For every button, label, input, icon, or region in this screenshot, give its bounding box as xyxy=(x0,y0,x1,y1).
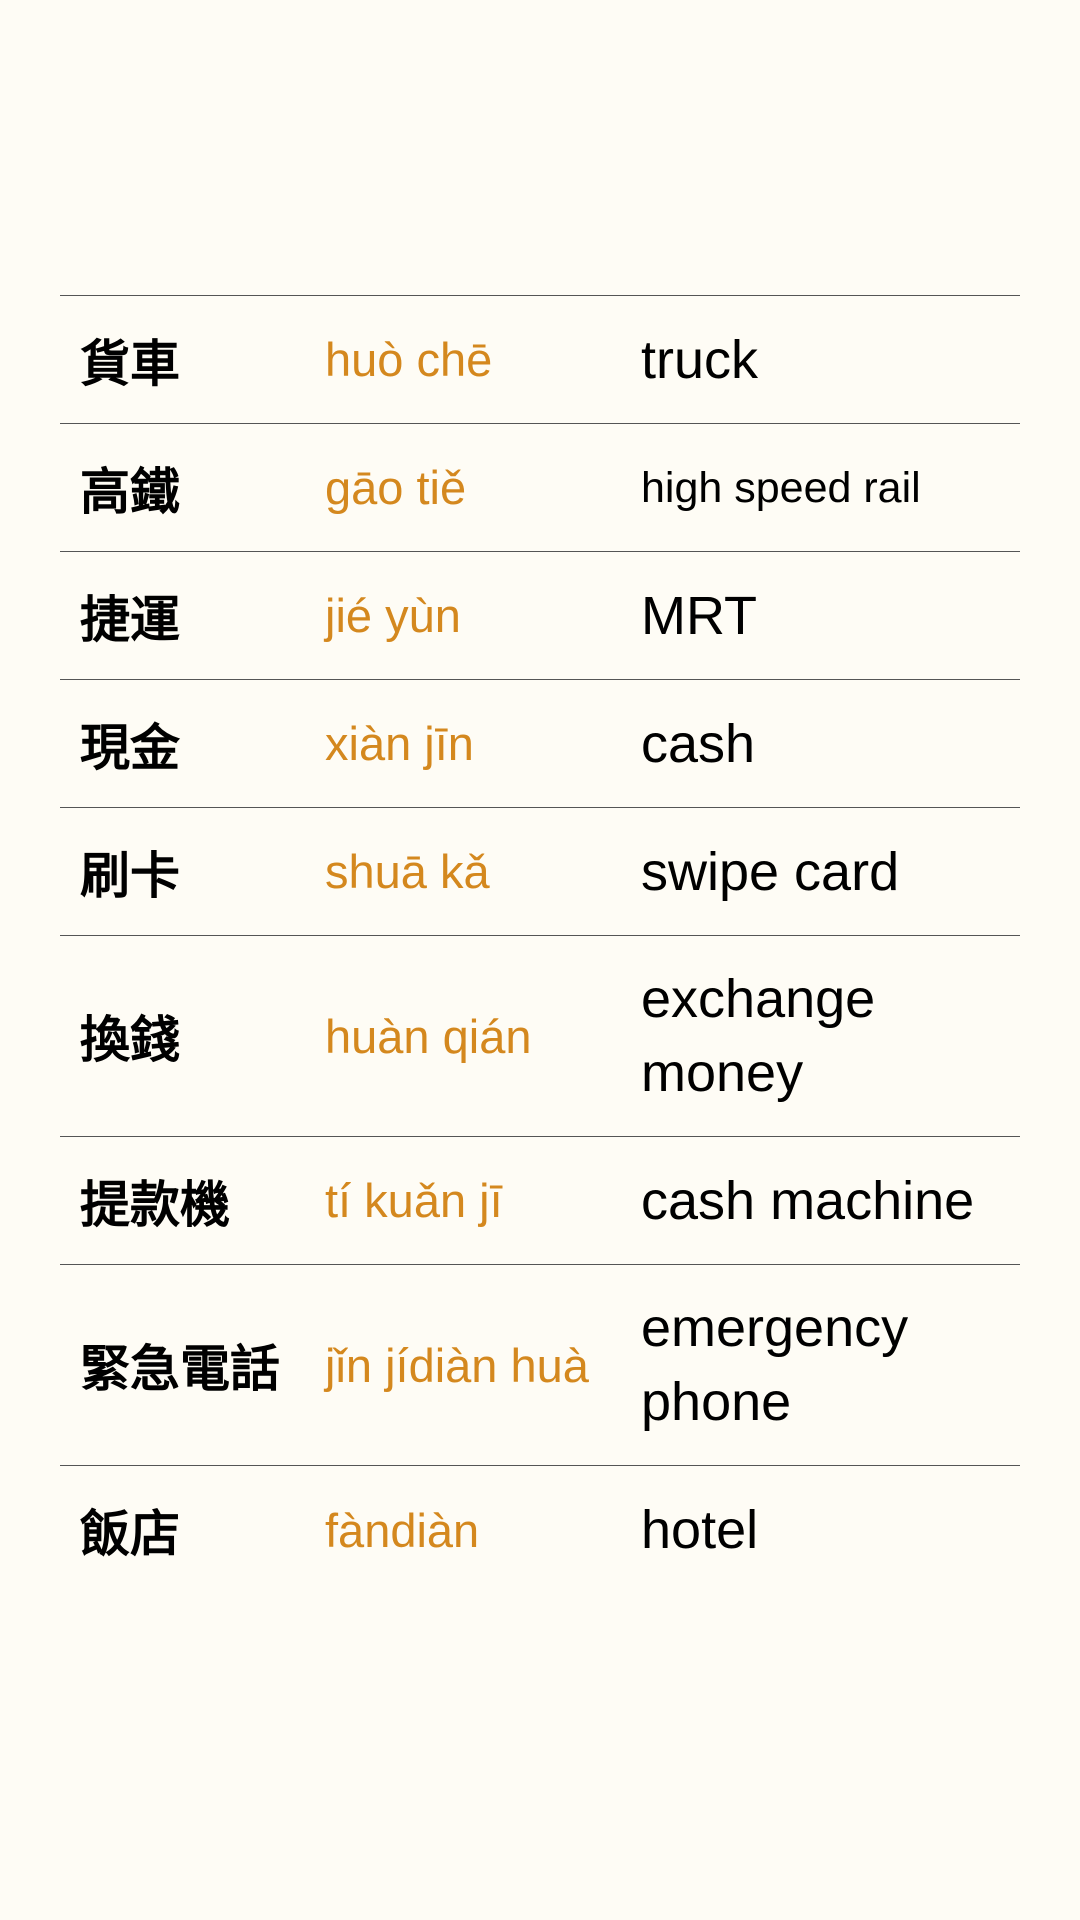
english-text: hotel xyxy=(641,1500,759,1560)
pinyin-text: fàndiàn xyxy=(325,1503,480,1557)
english-text: cash xyxy=(641,713,756,774)
english-text: emergency phone xyxy=(641,1298,909,1432)
english-text: MRT xyxy=(641,585,757,646)
vocab-row-high-speed-rail: 高鐵 gāo tiě high speed rail xyxy=(60,424,1020,552)
pinyin-text: huàn qián xyxy=(325,1009,532,1063)
hanzi-text: 緊急電話 xyxy=(80,1340,280,1398)
hanzi-text: 飯店 xyxy=(80,1505,180,1563)
pinyin-text: xiàn jīn xyxy=(325,717,474,770)
hanzi-text: 換錢 xyxy=(80,1011,180,1069)
pinyin-text: gāo tiě xyxy=(325,461,467,514)
vocab-row-truck: 貨車 huò chē truck xyxy=(60,296,1020,424)
vocab-row-emergency-phone: 緊急電話 jǐn jídiàn huà emergency phone xyxy=(60,1265,1020,1466)
vocab-row-hotel: 飯店 fàndiàn hotel xyxy=(60,1466,1020,1594)
pinyin-text: jié yùn xyxy=(325,589,461,642)
hanzi-text: 高鐵 xyxy=(80,462,180,521)
english-text: cash machine xyxy=(641,1170,975,1231)
vocab-row-cash-machine: 提款機 tí kuǎn jī cash machine xyxy=(60,1137,1020,1265)
vocab-row-exchange-money: 換錢 huàn qián exchange money xyxy=(60,936,1020,1137)
vocab-table: 貨車 huò chē truck 高鐵 gāo tiě high speed r… xyxy=(60,295,1020,1594)
vocab-row-swipe-card: 刷卡 shuā kǎ swipe card xyxy=(60,808,1020,936)
english-text: exchange money xyxy=(641,969,876,1103)
pinyin-text: huò chē xyxy=(325,333,493,386)
pinyin-text: shuā kǎ xyxy=(325,845,490,898)
pinyin-text: tí kuǎn jī xyxy=(325,1174,503,1227)
hanzi-text: 現金 xyxy=(80,718,180,777)
pinyin-text: jǐn jídiàn huà xyxy=(325,1338,589,1392)
hanzi-text: 貨車 xyxy=(80,334,180,393)
vocab-row-cash: 現金 xiàn jīn cash xyxy=(60,680,1020,808)
hanzi-text: 捷運 xyxy=(80,590,180,649)
english-text: swipe card xyxy=(641,841,900,902)
english-text: truck xyxy=(641,329,759,390)
hanzi-text: 刷卡 xyxy=(80,846,180,905)
hanzi-text: 提款機 xyxy=(80,1175,230,1234)
vocab-row-mrt: 捷運 jié yùn MRT xyxy=(60,552,1020,680)
english-text: high speed rail xyxy=(641,463,921,512)
